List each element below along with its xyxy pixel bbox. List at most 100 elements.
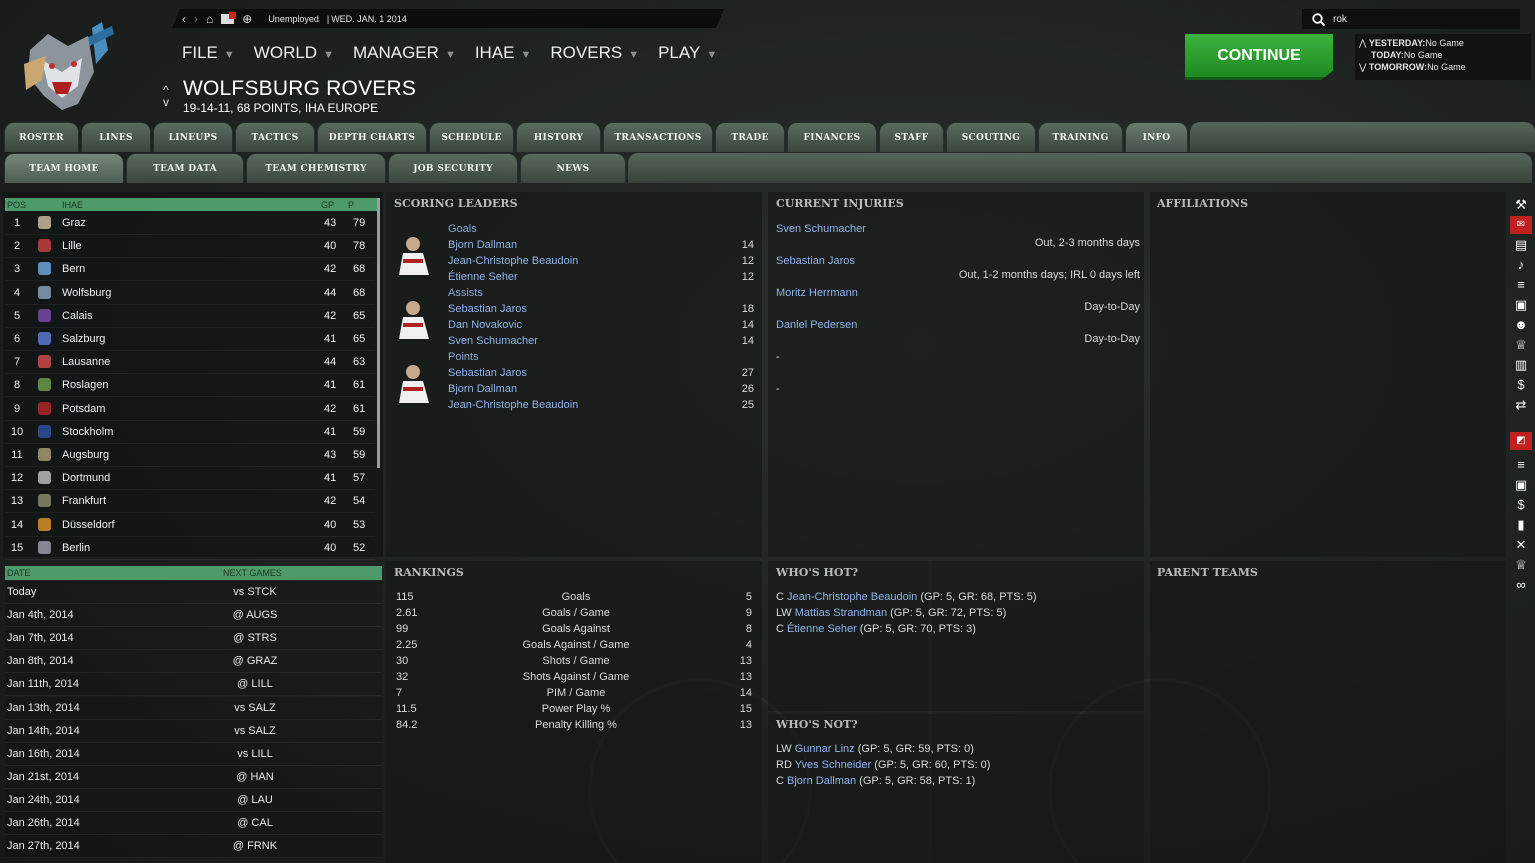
clipboard-icon[interactable]: ▤	[1510, 236, 1532, 254]
game-opponent[interactable]: @ STRS	[205, 632, 305, 644]
game-row[interactable]: Jan 27th, 2014 @ FRNK	[5, 835, 382, 859]
people-icon[interactable]: ☻	[1510, 316, 1532, 334]
game-row[interactable]: Jan 11th, 2014 @ LILL	[5, 673, 382, 697]
standing-team[interactable]: Graz	[62, 217, 86, 229]
trophy-icon[interactable]: ♕	[1510, 336, 1532, 354]
tab-schedule[interactable]: SCHEDULE	[429, 122, 514, 152]
rink-icon[interactable]: ▣	[1510, 476, 1532, 494]
search-icon[interactable]	[1312, 12, 1325, 26]
standings-row[interactable]: 7 Lausanne 44 63	[5, 351, 375, 375]
game-row[interactable]: Jan 24th, 2014 @ LAU	[5, 788, 382, 812]
game-opponent[interactable]: @ CAL	[205, 817, 305, 829]
tab-training[interactable]: TRAINING	[1038, 122, 1123, 152]
whistle-icon[interactable]: ♪	[1510, 256, 1532, 274]
search-input[interactable]: rok	[1333, 14, 1347, 25]
standings-row[interactable]: 8 Roslagen 41 61	[5, 374, 375, 398]
standing-team[interactable]: Potsdam	[62, 403, 105, 415]
tab-team-chemistry[interactable]: TEAM CHEMISTRY	[246, 153, 386, 183]
game-row[interactable]: Today vs STCK	[5, 581, 382, 604]
chart-icon[interactable]: ▮	[1510, 516, 1532, 534]
standing-team[interactable]: Düsseldorf	[62, 519, 115, 531]
player-name[interactable]: Étienne Seher	[787, 623, 857, 635]
trophy-icon[interactable]: ♕	[1510, 556, 1532, 574]
tab-team-data[interactable]: TEAM DATA	[126, 153, 244, 183]
standings-row[interactable]: 13 Frankfurt 42 54	[5, 490, 375, 514]
tab-tactics[interactable]: TACTICS	[235, 122, 315, 152]
standings-row[interactable]: 6 Salzburg 41 65	[5, 328, 375, 351]
tab-news[interactable]: NEWS	[520, 153, 626, 183]
scoring-player-name[interactable]: Bjorn Dallman	[448, 239, 517, 251]
scoring-player-name[interactable]: Étienne Seher	[448, 271, 518, 283]
flag-icon[interactable]: ◩	[1510, 432, 1532, 450]
standings-row[interactable]: 12 Dortmund 41 57	[5, 467, 375, 491]
menu-manager[interactable]: MANAGER ▼	[353, 43, 456, 63]
tab-history[interactable]: HISTORY	[516, 122, 601, 152]
tab-depth-charts[interactable]: DEPTH CHARTS	[317, 122, 427, 152]
scoring-player-name[interactable]: Jean-Christophe Beaudoin	[448, 399, 578, 411]
scoring-player-name[interactable]: Sebastian Jaros	[448, 303, 527, 315]
game-opponent[interactable]: @ LAU	[205, 794, 305, 806]
standings-row[interactable]: 11 Augsburg 43 59	[5, 444, 375, 467]
scoring-player-name[interactable]: Bjorn Dallman	[448, 383, 517, 395]
menu-rovers[interactable]: ROVERS ▼	[550, 43, 639, 63]
tab-roster[interactable]: ROSTER	[4, 122, 79, 152]
standings-row[interactable]: 1 Graz 43 79	[5, 212, 375, 235]
game-opponent[interactable]: @ LILL	[205, 678, 305, 690]
tab-job-security[interactable]: JOB SECURITY	[388, 153, 518, 183]
player-name[interactable]: Gunnar Linz	[795, 743, 855, 755]
standings-row[interactable]: 15 Berlin 40 52	[5, 537, 375, 560]
standing-team[interactable]: Augsburg	[62, 449, 109, 461]
game-opponent[interactable]: vs STCK	[205, 586, 305, 598]
col-p[interactable]: P	[348, 200, 354, 210]
injured-player-name[interactable]: Daniel Pedersen	[776, 319, 857, 331]
back-icon[interactable]: ‹	[182, 13, 186, 25]
up-arrow-icon[interactable]: ⋀	[1359, 38, 1369, 48]
standings-row[interactable]: 14 Düsseldorf 40 53	[5, 514, 375, 537]
injured-player-name[interactable]: Sven Schumacher	[776, 223, 866, 235]
home-icon[interactable]: ⌂	[206, 13, 213, 25]
search-box[interactable]: rok	[1302, 9, 1520, 29]
col-league[interactable]: IHAE	[62, 200, 83, 210]
tab-info[interactable]: INFO	[1125, 122, 1188, 152]
tab-team-home[interactable]: TEAM HOME	[4, 153, 124, 183]
menu-ihae[interactable]: IHAE ▼	[475, 43, 532, 63]
game-row[interactable]: Jan 21st, 2014 @ HAN	[5, 765, 382, 789]
standings-row[interactable]: 9 Potsdam 42 61	[5, 398, 375, 421]
rink-icon[interactable]: ▣	[1510, 296, 1532, 314]
mail-icon[interactable]	[221, 14, 234, 24]
globe-icon[interactable]: ⊕	[242, 13, 252, 25]
mail-icon[interactable]: ✉	[1510, 216, 1532, 234]
game-row[interactable]: Jan 4th, 2014 @ AUGS	[5, 604, 382, 628]
standings-row[interactable]: 4 Wolfsburg 44 68	[5, 282, 375, 305]
injured-player-name[interactable]: Moritz Herrmann	[776, 287, 858, 299]
continue-button[interactable]: CONTINUE	[1185, 34, 1333, 80]
standing-team[interactable]: Bern	[62, 263, 85, 275]
injured-player-name[interactable]: Sebastian Jaros	[776, 255, 855, 267]
standing-team[interactable]: Frankfurt	[62, 495, 106, 507]
tab-lineups[interactable]: LINEUPS	[153, 122, 233, 152]
standing-team[interactable]: Wolfsburg	[62, 287, 111, 299]
scoring-player-name[interactable]: Jean-Christophe Beaudoin	[448, 255, 578, 267]
game-opponent[interactable]: @ AUGS	[205, 609, 305, 621]
game-row[interactable]: Jan 14th, 2014 vs SALZ	[5, 719, 382, 743]
document-icon[interactable]: ▥	[1510, 356, 1532, 374]
team-switch-arrows[interactable]: ^ v	[160, 84, 172, 108]
list-icon[interactable]: ≡	[1510, 276, 1532, 294]
money-people-icon[interactable]: $	[1510, 376, 1532, 394]
game-opponent[interactable]: @ GRAZ	[205, 655, 305, 667]
standing-team[interactable]: Salzburg	[62, 333, 105, 345]
game-row[interactable]: Jan 26th, 2014 @ CAL	[5, 812, 382, 835]
game-row[interactable]: Jan 16th, 2014 vs LILL	[5, 742, 382, 766]
tab-finances[interactable]: FINANCES	[787, 122, 877, 152]
dollar-icon[interactable]: $	[1510, 496, 1532, 514]
game-row[interactable]: Jan 7th, 2014 @ STRS	[5, 627, 382, 651]
standings-row[interactable]: 5 Calais 42 65	[5, 305, 375, 328]
standing-team[interactable]: Dortmund	[62, 472, 110, 484]
standings-row[interactable]: 10 Stockholm 41 59	[5, 421, 375, 444]
player-name[interactable]: Yves Schneider	[795, 759, 871, 771]
standing-team[interactable]: Berlin	[62, 542, 90, 554]
player-name[interactable]: Jean-Christophe Beaudoin	[787, 591, 917, 603]
hockey-stick-icon[interactable]: ⚒	[1510, 196, 1532, 214]
game-opponent[interactable]: vs SALZ	[205, 725, 305, 737]
down-arrow-icon[interactable]: ⋁	[1359, 62, 1369, 72]
